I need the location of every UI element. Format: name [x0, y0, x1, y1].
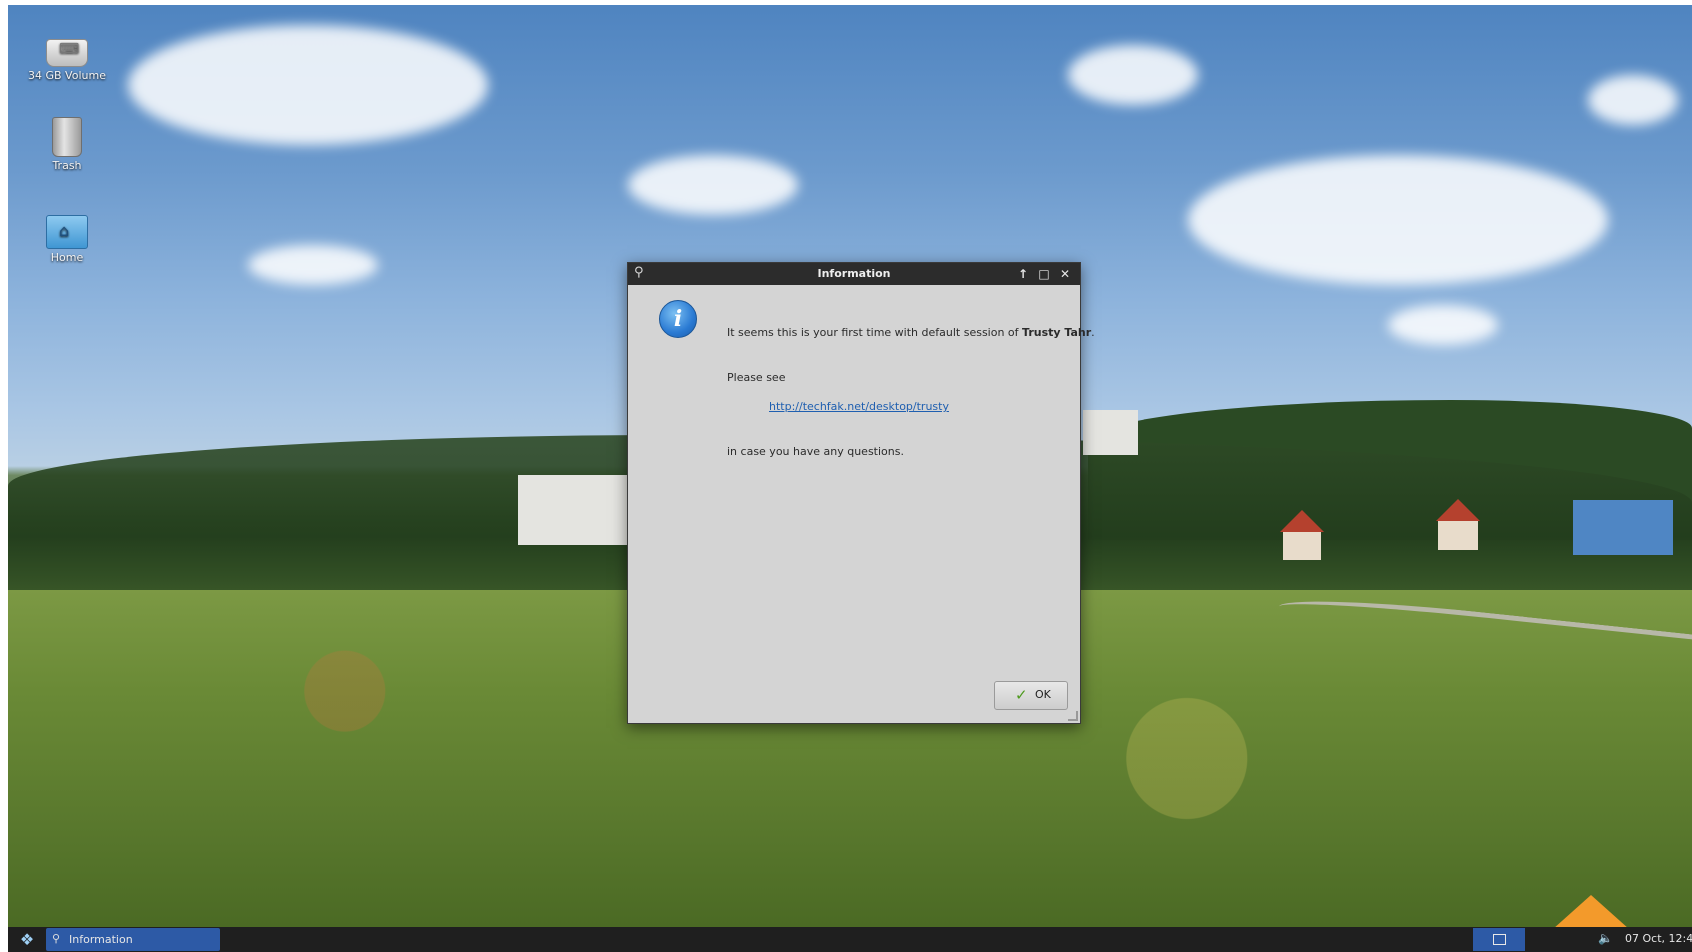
lightbulb-icon: ⚲	[52, 932, 61, 945]
ok-button[interactable]: ✓ OK	[994, 681, 1068, 710]
wallpaper-cloud	[248, 245, 378, 285]
workspace-icon	[1493, 934, 1506, 945]
close-button[interactable]: ✕	[1057, 266, 1073, 282]
desktop-icon-label: Trash	[52, 159, 82, 172]
dialog-title: Information	[817, 267, 891, 280]
resize-grip[interactable]	[1068, 711, 1078, 721]
volume-icon[interactable]: 🔈	[1598, 931, 1613, 945]
checkmark-icon: ✓	[1015, 686, 1028, 704]
shade-button[interactable]: ↑	[1015, 266, 1031, 282]
wallpaper-roof	[1436, 499, 1480, 521]
desktop-icon-home[interactable]: Home	[12, 209, 122, 264]
wallpaper-house	[1438, 520, 1478, 550]
wallpaper-roof	[1280, 510, 1324, 532]
wallpaper-cloud	[628, 155, 798, 215]
wallpaper-cloud	[1068, 45, 1198, 105]
home-folder-icon	[46, 215, 88, 249]
info-icon: i	[659, 300, 697, 338]
workspace-switcher[interactable]	[1473, 928, 1525, 951]
wallpaper-house	[1573, 500, 1673, 555]
wallpaper-building	[1083, 410, 1138, 455]
trash-icon	[52, 117, 82, 157]
message-line2: Please see	[727, 371, 786, 384]
wallpaper-cloud	[128, 25, 488, 145]
drive-icon	[46, 39, 88, 67]
ok-label: OK	[1035, 688, 1051, 701]
wallpaper-cloud	[1588, 75, 1678, 125]
message-text: .	[1091, 326, 1095, 339]
dialog-titlebar[interactable]: ⚲ Information ↑ □ ✕	[628, 263, 1080, 285]
message-line1: It seems this is your first time with de…	[727, 326, 1095, 339]
desktop-icon-volume[interactable]: 34 GB Volume	[12, 29, 122, 82]
information-dialog: ⚲ Information ↑ □ ✕ i It seems this is y…	[627, 262, 1095, 724]
wallpaper-house	[1283, 530, 1321, 560]
message-line3: in case you have any questions.	[727, 445, 904, 458]
orange-triangle	[1553, 895, 1629, 927]
taskbar-item-label: Information	[69, 933, 133, 946]
desktop-icon-trash[interactable]: Trash	[12, 117, 122, 172]
wallpaper-building	[518, 475, 628, 545]
wallpaper-cloud	[1388, 305, 1498, 345]
clock[interactable]: 07 Oct, 12:43	[1625, 932, 1692, 945]
trusty-link[interactable]: http://techfak.net/desktop/trusty	[769, 400, 949, 413]
maximize-button[interactable]: □	[1036, 266, 1052, 282]
message-bold: Trusty Tahr	[1022, 326, 1092, 339]
message-text: It seems this is your first time with de…	[727, 326, 1023, 339]
desktop-icon-label: 34 GB Volume	[28, 69, 106, 82]
menu-icon[interactable]: ❖	[12, 929, 42, 950]
desktop-icon-label: Home	[50, 251, 84, 264]
taskbar-item-information[interactable]: ⚲ Information	[46, 928, 220, 951]
wallpaper-cloud	[1188, 155, 1608, 285]
taskbar: ❖ ⚲ Information 🔈 07 Oct, 12:43	[8, 927, 1692, 952]
